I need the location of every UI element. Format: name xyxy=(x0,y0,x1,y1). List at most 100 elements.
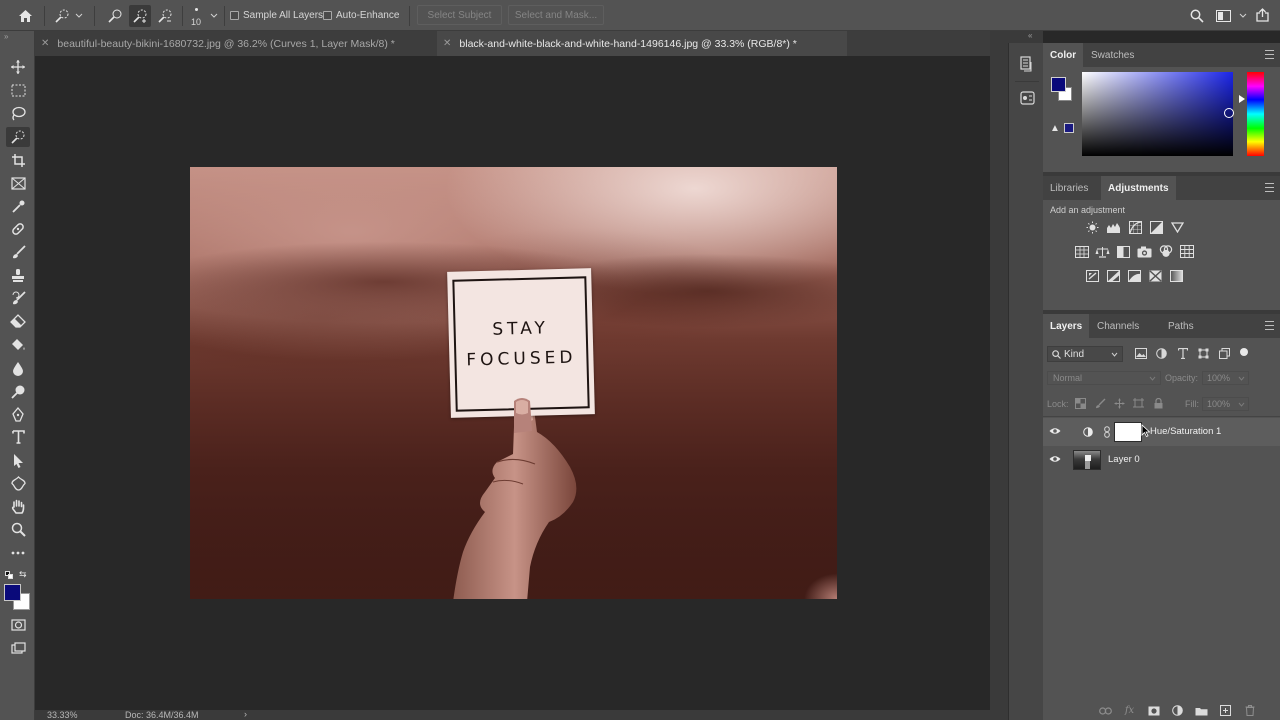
home-icon[interactable] xyxy=(14,6,36,26)
panel-menu-icon[interactable] xyxy=(1265,50,1274,59)
layer-name[interactable]: Hue/Saturation 1 xyxy=(1150,426,1221,437)
workspace-chevron-icon[interactable] xyxy=(1238,10,1248,20)
photo-filter-icon[interactable] xyxy=(1137,245,1152,258)
paint-bucket-tool-icon[interactable] xyxy=(6,334,30,354)
search-icon[interactable] xyxy=(1188,7,1206,25)
color-balance-icon[interactable] xyxy=(1095,245,1110,258)
toolbar-collapse-icon[interactable]: » xyxy=(4,32,8,41)
layer-filter-dropdown[interactable]: Kind xyxy=(1047,346,1123,362)
channel-mixer-icon[interactable] xyxy=(1158,245,1173,258)
layer-row[interactable]: Layer 0 xyxy=(1043,446,1280,474)
invert-icon[interactable] xyxy=(1085,269,1100,282)
marquee-tool-icon[interactable] xyxy=(6,80,30,100)
tab-layers[interactable]: Layers xyxy=(1043,314,1090,338)
selective-color-icon[interactable] xyxy=(1148,269,1163,282)
zoom-tool-icon[interactable] xyxy=(6,519,30,539)
checkbox-box[interactable] xyxy=(230,11,239,20)
close-tab-icon[interactable]: ✕ xyxy=(443,38,451,49)
document-tab-2[interactable]: ✕ black-and-white-black-and-white-hand-1… xyxy=(437,31,847,56)
screen-mode-icon[interactable] xyxy=(6,638,30,658)
checkbox-box[interactable] xyxy=(323,11,332,20)
default-colors-icon[interactable] xyxy=(5,571,13,579)
subtract-from-selection-icon[interactable] xyxy=(154,6,176,26)
healing-brush-tool-icon[interactable] xyxy=(6,219,30,239)
color-picker-ring[interactable] xyxy=(1224,108,1234,118)
blend-mode-dropdown[interactable]: Normal xyxy=(1047,371,1161,385)
layer-name[interactable]: Layer 0 xyxy=(1108,454,1140,465)
foreground-color-swatch[interactable] xyxy=(4,584,21,601)
panel-menu-icon[interactable] xyxy=(1265,321,1274,330)
threshold-icon[interactable] xyxy=(1127,269,1142,282)
zoom-level[interactable]: 33.33% xyxy=(47,710,78,720)
move-tool-icon[interactable] xyxy=(6,57,30,77)
close-tab-icon[interactable]: ✕ xyxy=(41,38,49,49)
exposure-icon[interactable] xyxy=(1149,221,1164,234)
document-tab-1[interactable]: ✕ beautiful-beauty-bikini-1680732.jpg @ … xyxy=(35,31,435,56)
panel-menu-icon[interactable] xyxy=(1265,183,1274,192)
add-mask-icon[interactable] xyxy=(1146,704,1161,717)
type-tool-icon[interactable] xyxy=(6,427,30,447)
path-selection-tool-icon[interactable] xyxy=(6,450,30,470)
brush-picker-chevron-icon[interactable] xyxy=(209,10,219,20)
custom-shape-tool-icon[interactable] xyxy=(6,473,30,493)
properties-panel-icon[interactable] xyxy=(1017,89,1037,107)
more-tools-icon[interactable] xyxy=(6,543,30,563)
crop-tool-icon[interactable] xyxy=(6,150,30,170)
tab-libraries[interactable]: Libraries xyxy=(1043,176,1095,200)
dock-collapse-icon[interactable]: « xyxy=(1028,31,1032,40)
eye-icon[interactable] xyxy=(1049,427,1061,435)
swap-colors-icon[interactable]: ⇆ xyxy=(19,569,27,580)
filter-smart-objects-icon[interactable] xyxy=(1217,347,1232,360)
chevron-down-icon[interactable] xyxy=(74,10,84,20)
new-layer-icon[interactable] xyxy=(1218,704,1233,717)
tab-adjustments[interactable]: Adjustments xyxy=(1101,176,1176,200)
layer-mask-thumbnail[interactable] xyxy=(1114,422,1142,442)
status-menu-arrow[interactable]: › xyxy=(244,709,247,719)
history-brush-tool-icon[interactable] xyxy=(6,288,30,308)
history-panel-icon[interactable] xyxy=(1017,55,1037,73)
opacity-field[interactable]: 100% xyxy=(1202,371,1249,385)
new-adjustment-layer-icon[interactable] xyxy=(1170,704,1185,717)
panel-foreground-color[interactable] xyxy=(1051,77,1066,92)
hue-slider[interactable] xyxy=(1247,72,1264,156)
filter-type-layers-icon[interactable] xyxy=(1175,347,1190,360)
document-image[interactable]: STAY FOCUSED xyxy=(190,167,837,599)
black-white-icon[interactable] xyxy=(1116,245,1131,258)
select-and-mask-button[interactable]: Select and Mask... xyxy=(508,5,604,25)
filter-adjustment-layers-icon[interactable] xyxy=(1154,347,1169,360)
vibrance-icon[interactable] xyxy=(1170,221,1185,234)
hue-saturation-icon[interactable] xyxy=(1074,245,1089,258)
lock-transparent-pixels-icon[interactable] xyxy=(1073,397,1088,410)
hand-tool-icon[interactable] xyxy=(6,496,30,516)
posterize-icon[interactable] xyxy=(1106,269,1121,282)
frame-tool-icon[interactable] xyxy=(6,173,30,193)
web-safe-color-swatch[interactable] xyxy=(1064,123,1074,133)
workspace-icon[interactable] xyxy=(1214,7,1232,25)
quick-selection-preset-icon[interactable] xyxy=(52,6,72,26)
share-icon[interactable] xyxy=(1253,6,1271,24)
tab-color[interactable]: Color xyxy=(1043,43,1084,67)
lock-image-pixels-icon[interactable] xyxy=(1093,397,1108,410)
out-of-gamut-warning-icon[interactable]: ▲ xyxy=(1050,123,1060,134)
gradient-map-icon[interactable] xyxy=(1169,269,1184,282)
layer-effects-icon[interactable]: fx xyxy=(1122,704,1137,717)
eraser-tool-icon[interactable] xyxy=(6,311,30,331)
new-group-icon[interactable] xyxy=(1194,704,1209,717)
filter-toggle-icon[interactable] xyxy=(1240,348,1248,356)
blur-tool-icon[interactable] xyxy=(6,358,30,378)
filter-shape-layers-icon[interactable] xyxy=(1196,347,1211,360)
quick-mask-icon[interactable] xyxy=(6,615,30,635)
mask-link-icon[interactable] xyxy=(1104,426,1110,438)
layer-row[interactable]: Hue/Saturation 1 xyxy=(1043,418,1280,446)
select-subject-button[interactable]: Select Subject xyxy=(417,5,502,25)
tab-channels[interactable]: Channels xyxy=(1090,314,1146,338)
tab-paths[interactable]: Paths xyxy=(1161,314,1201,338)
filter-pixel-layers-icon[interactable] xyxy=(1133,347,1148,360)
dodge-tool-icon[interactable] xyxy=(6,381,30,401)
lock-all-icon[interactable] xyxy=(1151,397,1166,410)
curves-icon[interactable] xyxy=(1128,221,1143,234)
new-selection-icon[interactable] xyxy=(104,6,126,26)
lasso-tool-icon[interactable] xyxy=(6,103,30,123)
link-layers-icon[interactable] xyxy=(1098,704,1113,717)
hue-slider-handle[interactable] xyxy=(1239,95,1245,103)
